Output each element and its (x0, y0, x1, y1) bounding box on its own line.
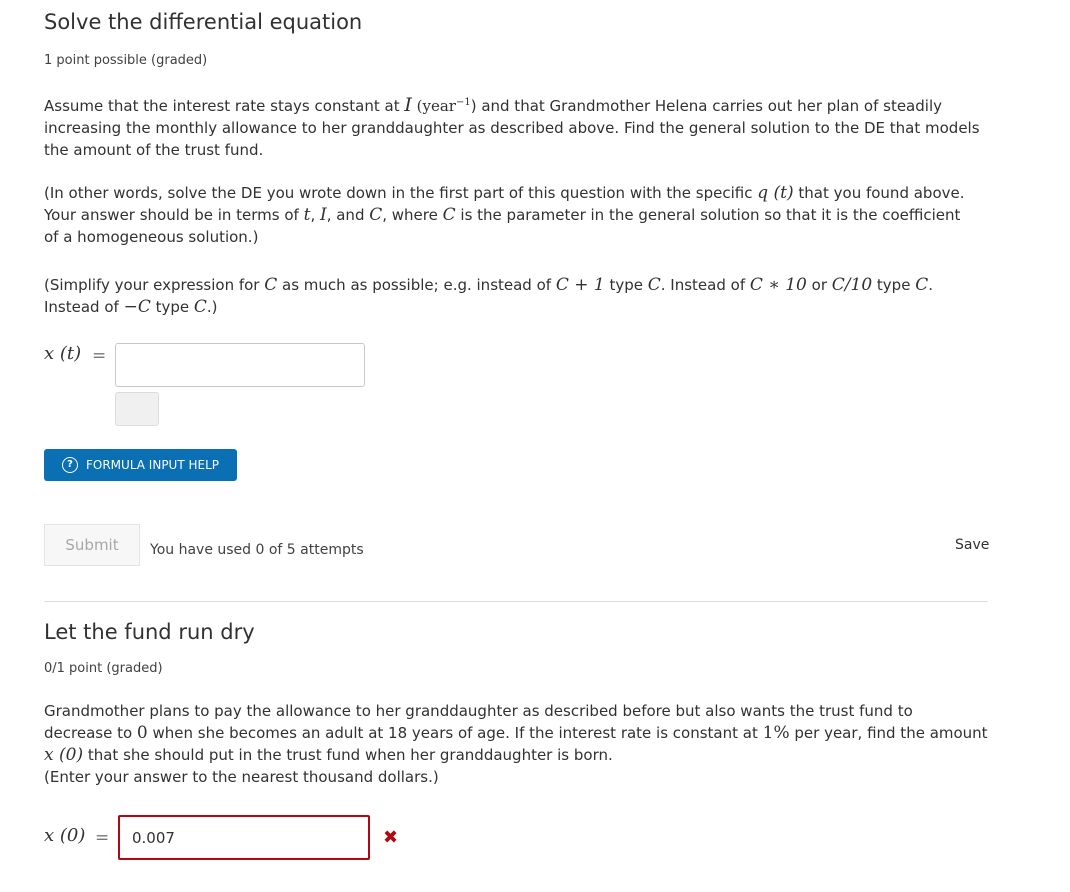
answer-input[interactable]: 0.007 (118, 815, 370, 860)
problem-paragraph-3: (Simplify your expression for C as much … (44, 275, 933, 317)
problem-title: Let the fund run dry (44, 620, 255, 644)
save-button[interactable]: Save (955, 537, 989, 553)
incorrect-icon: ✖ (383, 827, 399, 848)
problem-points: 0/1 point (graded) (44, 661, 163, 676)
submit-button[interactable]: Submit (44, 524, 140, 566)
equals-sign: = (92, 346, 107, 366)
problem-paragraph-2: (In other words, solve the DE you wrote … (44, 183, 965, 246)
attempts-text: You have used 0 of 5 attempts (150, 542, 364, 558)
equals-sign: = (95, 828, 110, 848)
problem-points: 1 point possible (graded) (44, 53, 208, 68)
answer-input[interactable] (115, 343, 365, 387)
help-button-label: FORMULA INPUT HELP (86, 458, 220, 472)
problem-paragraph: Grandmother plans to pay the allowance t… (44, 702, 988, 786)
problem-divider (44, 601, 988, 602)
problem-paragraph-1: Assume that the interest rate stays cons… (44, 94, 980, 159)
help-circle-icon: ? (62, 457, 78, 473)
formula-preview (115, 392, 159, 426)
formula-input-help-button[interactable]: ? FORMULA INPUT HELP (44, 449, 237, 481)
answer-label: x (t) (44, 343, 82, 364)
problem-title: Solve the differential equation (44, 10, 363, 34)
answer-label: x (0) (44, 825, 86, 846)
